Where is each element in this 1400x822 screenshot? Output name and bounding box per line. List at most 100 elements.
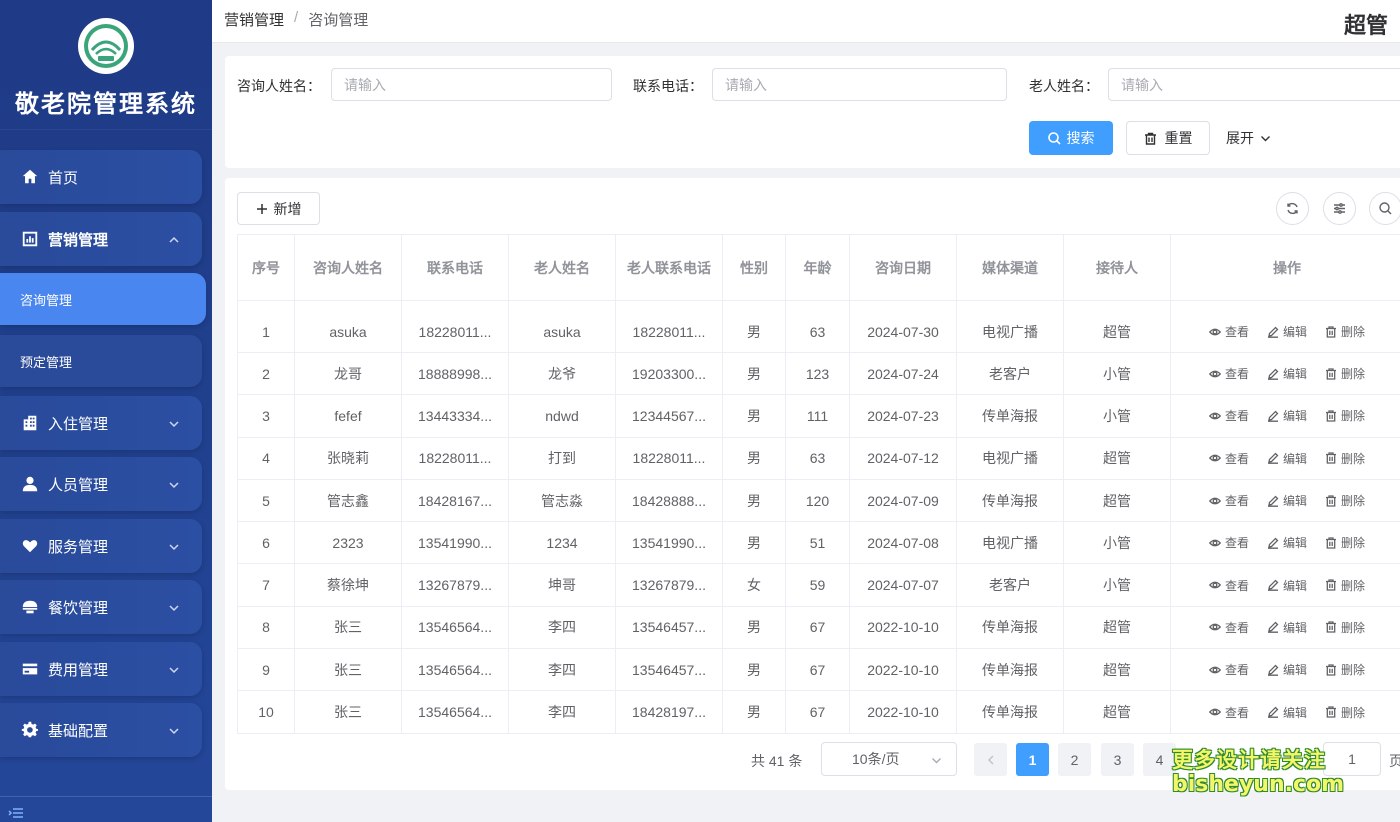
cell-date: 2022-10-10 — [849, 606, 957, 650]
sidebar-item-service[interactable]: 服务管理 — [0, 519, 202, 573]
delete-button[interactable]: 删除 — [1325, 492, 1365, 509]
cell-elder-name: asuka — [508, 300, 616, 353]
cell-index: 8 — [237, 606, 295, 650]
collapse-menu-icon[interactable] — [8, 806, 24, 820]
cell-receptionist: 小管 — [1063, 563, 1171, 607]
user-name[interactable]: 超管 — [1344, 8, 1388, 40]
view-button[interactable]: 查看 — [1208, 407, 1249, 424]
sidebar-item-staff[interactable]: 人员管理 — [0, 457, 202, 511]
search-button[interactable]: 搜索 — [1029, 121, 1113, 155]
expand-button[interactable]: 展开 — [1226, 128, 1271, 148]
page-size-select[interactable]: 10条/页 — [821, 742, 957, 776]
prev-page-button[interactable] — [974, 743, 1007, 776]
cell-phone: 13267879... — [401, 563, 509, 607]
toggle-search-button[interactable] — [1369, 192, 1400, 225]
page-button[interactable]: 1 — [1016, 743, 1049, 776]
cell-elder-phone: 18428888... — [615, 479, 723, 523]
cell-channel: 电视广播 — [956, 521, 1064, 565]
elder-name-input[interactable]: 请输入 — [1108, 68, 1400, 101]
cell-date: 2024-07-30 — [849, 300, 957, 353]
breadcrumb-item[interactable]: 营销管理 — [224, 9, 284, 30]
cell-age: 67 — [785, 606, 850, 650]
edit-button[interactable]: 编辑 — [1267, 492, 1307, 509]
delete-button[interactable]: 删除 — [1325, 407, 1365, 424]
edit-label: 编辑 — [1282, 705, 1307, 720]
edit-button[interactable]: 编辑 — [1267, 661, 1307, 678]
header: 营销管理 / 咨询管理 超管 — [212, 0, 1400, 43]
consultant-name-input[interactable]: 请输入 — [331, 68, 612, 101]
edit-button[interactable]: 编辑 — [1267, 407, 1307, 424]
phone-input[interactable]: 请输入 — [712, 68, 1007, 101]
edit-button[interactable]: 编辑 — [1267, 450, 1307, 467]
add-button[interactable]: 新增 — [237, 192, 320, 225]
view-button[interactable]: 查看 — [1208, 492, 1249, 509]
trash-icon — [1325, 621, 1341, 634]
col-header-index: 序号 — [237, 234, 295, 301]
view-button[interactable]: 查看 — [1208, 661, 1249, 678]
chevron-down-icon — [1261, 135, 1270, 141]
cell-elder-name: ndwd — [508, 394, 616, 438]
delete-button[interactable]: 删除 — [1325, 450, 1365, 467]
delete-button[interactable]: 删除 — [1325, 365, 1365, 382]
cell-age: 67 — [785, 690, 850, 734]
view-button[interactable]: 查看 — [1208, 365, 1249, 382]
view-button[interactable]: 查看 — [1208, 534, 1249, 551]
cell-elder-name: 李四 — [508, 648, 616, 692]
edit-button[interactable]: 编辑 — [1267, 323, 1307, 340]
delete-button[interactable]: 删除 — [1325, 534, 1365, 551]
cell-channel: 电视广播 — [956, 300, 1064, 353]
edit-button[interactable]: 编辑 — [1267, 534, 1307, 551]
cell-consultant: 张三 — [294, 648, 402, 692]
sidebar-item-checkin[interactable]: 入住管理 — [0, 396, 202, 450]
sidebar-item-catering[interactable]: 餐饮管理 — [0, 580, 202, 634]
view-label: 查看 — [1224, 409, 1249, 424]
edit-button[interactable]: 编辑 — [1267, 704, 1307, 721]
col-header-receptionist: 接待人 — [1063, 234, 1171, 301]
delete-button[interactable]: 删除 — [1325, 661, 1365, 678]
col-header-age: 年龄 — [785, 234, 850, 301]
building-icon — [20, 413, 40, 433]
cell-date: 2024-07-09 — [849, 479, 957, 523]
view-button[interactable]: 查看 — [1208, 323, 1249, 340]
edit-button[interactable]: 编辑 — [1267, 577, 1307, 594]
cell-gender: 女 — [722, 563, 786, 607]
sidebar-item-home[interactable]: 首页 — [0, 150, 202, 204]
search-icon — [1379, 202, 1392, 215]
cell-date: 2022-10-10 — [849, 690, 957, 734]
total-count: 共 41 条 — [751, 753, 803, 769]
delete-button[interactable]: 删除 — [1325, 704, 1365, 721]
cell-index: 6 — [237, 521, 295, 565]
edit-icon — [1267, 368, 1283, 380]
column-settings-button[interactable] — [1323, 192, 1356, 225]
table-panel: 新增 序号 咨询人姓名 联系电话 老人姓名 老人联系电话 性别 年龄 咨询日期 … — [225, 178, 1400, 790]
cell-gender: 男 — [722, 352, 786, 396]
cell-receptionist: 小管 — [1063, 352, 1171, 396]
cell-gender: 男 — [722, 606, 786, 650]
edit-button[interactable]: 编辑 — [1267, 365, 1307, 382]
sidebar-item-consult[interactable]: 咨询管理 — [0, 273, 206, 325]
view-button[interactable]: 查看 — [1208, 704, 1249, 721]
cell-actions: 查看 编辑 删除 — [1170, 479, 1400, 523]
edit-button[interactable]: 编辑 — [1267, 619, 1307, 636]
reset-button[interactable]: 重置 — [1126, 121, 1210, 155]
sidebar-item-fees[interactable]: 费用管理 — [0, 642, 202, 696]
refresh-button[interactable] — [1276, 192, 1309, 225]
delete-label: 删除 — [1341, 536, 1366, 551]
chevron-down-icon — [168, 724, 180, 736]
sidebar-item-reservation[interactable]: 预定管理 — [0, 335, 202, 387]
phone-label: 联系电话： — [633, 78, 703, 94]
cell-consultant: 蔡徐坤 — [294, 563, 402, 607]
trash-icon — [1325, 452, 1341, 464]
page-button[interactable]: 2 — [1058, 743, 1091, 776]
delete-button[interactable]: 删除 — [1325, 619, 1365, 636]
page-button[interactable]: 3 — [1101, 743, 1134, 776]
cell-date: 2024-07-23 — [849, 394, 957, 438]
delete-button[interactable]: 删除 — [1325, 323, 1365, 340]
view-button[interactable]: 查看 — [1208, 619, 1249, 636]
sidebar-item-marketing[interactable]: 营销管理 — [0, 212, 202, 266]
view-button[interactable]: 查看 — [1208, 450, 1249, 467]
view-button[interactable]: 查看 — [1208, 577, 1249, 594]
sidebar-item-config[interactable]: 基础配置 — [0, 703, 202, 757]
edit-label: 编辑 — [1282, 536, 1307, 551]
delete-button[interactable]: 删除 — [1325, 577, 1365, 594]
